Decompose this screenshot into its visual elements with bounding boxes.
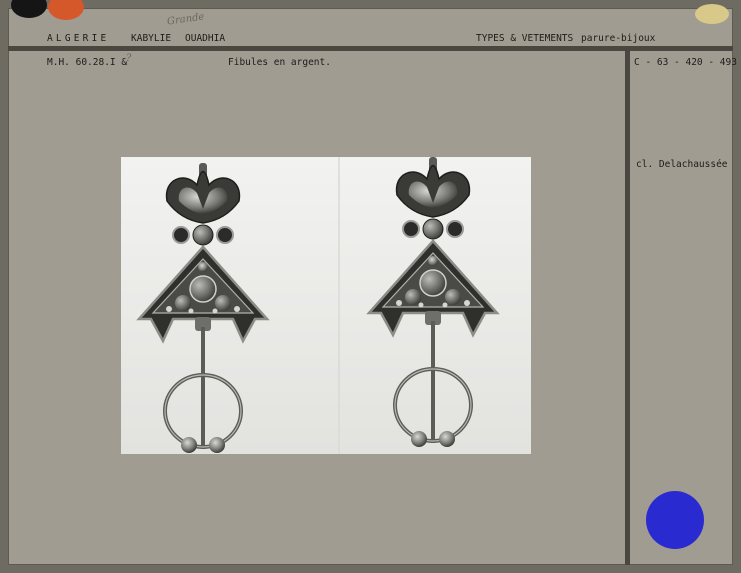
object-photograph bbox=[121, 157, 531, 454]
column-divider bbox=[625, 51, 630, 565]
photo-credit: cl. Delachaussée bbox=[636, 159, 728, 170]
inventory-number: M.H. 60.28.I & bbox=[47, 57, 128, 68]
gold-sticker-marker bbox=[695, 4, 729, 24]
fibulae-illustration bbox=[121, 157, 531, 454]
village-label: OUADHIA bbox=[185, 33, 226, 44]
blue-dot-marker bbox=[646, 491, 704, 549]
object-description: Fibules en argent. bbox=[228, 57, 331, 68]
subcategory-label: parure-bijoux bbox=[581, 33, 656, 44]
category-label: TYPES & VETEMENTS bbox=[476, 33, 574, 44]
catalog-number: C - 63 - 420 - 493 bbox=[634, 57, 737, 68]
area-label: KABYLIE bbox=[131, 33, 172, 44]
inventory-mark: ? bbox=[126, 53, 132, 64]
region-label: ALGERIE bbox=[47, 33, 110, 44]
